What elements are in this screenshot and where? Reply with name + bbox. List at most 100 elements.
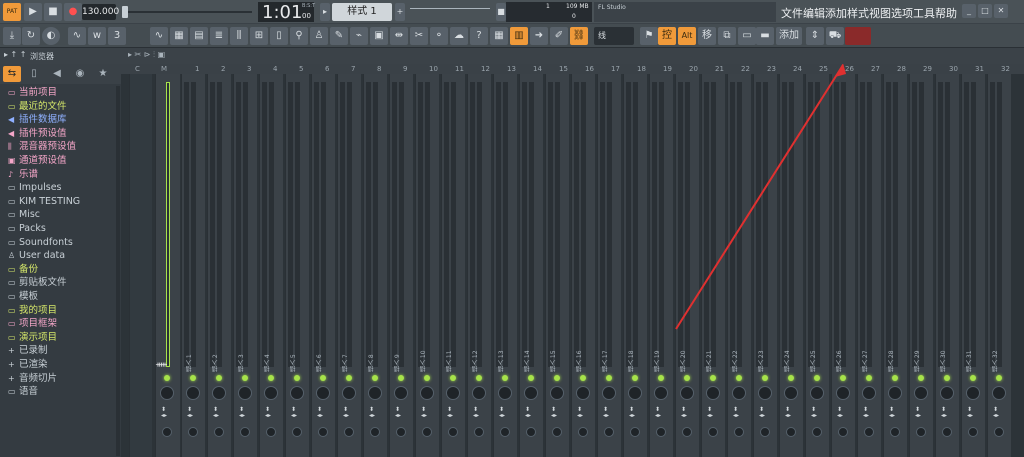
browser-item[interactable]: ▭ Misc (8, 208, 40, 221)
browser-item[interactable]: ▭ 备份 (8, 263, 38, 276)
menu-file[interactable]: 文件 (781, 5, 803, 21)
save-icon[interactable]: ▣ (370, 27, 388, 45)
snap-selector[interactable]: 线 (594, 27, 634, 45)
wave-icon[interactable]: ∿ (68, 27, 86, 45)
alt-button[interactable]: Alt (678, 27, 696, 45)
wait-icon[interactable]: w (88, 27, 106, 45)
browser-item[interactable]: ♪ 乐谱 (8, 168, 38, 181)
browser-item[interactable]: ▭ 我的项目 (8, 304, 57, 317)
browser-item[interactable]: ♙ User data (8, 249, 65, 262)
browser-item[interactable]: ◀ 插件预设值 (8, 127, 67, 140)
pattern-mode-icon[interactable]: ■ (496, 3, 506, 21)
browser-item[interactable]: ▭ 模板 (8, 290, 38, 303)
browser-item[interactable]: ▭ Packs (8, 222, 46, 235)
globe-tab-icon[interactable]: ◉ (71, 66, 89, 82)
browser-item-label: 通道预设值 (19, 155, 67, 166)
browser-item[interactable]: ▭ 剪贴板文件 (8, 276, 67, 289)
time-display[interactable]: 1:01 00 B:S:T (258, 2, 315, 23)
browser-header: ▸ ↑ ↑ 浏览器 ▸ ✂ ⊳ ⫶ ▣ (0, 48, 1024, 64)
arrow-right-icon[interactable]: ➜ (530, 27, 548, 45)
cart-icon[interactable]: ⛟ (826, 27, 844, 45)
graph-icon[interactable]: ⌁ (350, 27, 368, 45)
pattern-selector[interactable]: 样式 1 (332, 3, 392, 21)
download-icon[interactable]: ⤓ (3, 27, 21, 45)
browser-item[interactable]: + 已渲染 (8, 358, 48, 371)
cut-icon[interactable]: ✂ (410, 27, 428, 45)
browser-item[interactable]: ▭ 最近的文件 (8, 100, 67, 113)
mixer-wave-icon[interactable]: ∿ (150, 27, 168, 45)
browser-item[interactable]: + 已录制 (8, 344, 48, 357)
menu-view[interactable]: 视图 (869, 5, 891, 21)
brush-icon[interactable]: ✎ (330, 27, 348, 45)
menu-options[interactable]: 选项 (891, 5, 913, 21)
files-tab-icon[interactable]: ▯ (25, 66, 43, 82)
slider-icon[interactable]: ⇕ (806, 27, 824, 45)
record-button[interactable]: ● (64, 3, 82, 21)
master-volume-slider[interactable] (122, 11, 252, 13)
step-sequencer-icon[interactable]: ▥ (510, 27, 528, 45)
record-settings-button[interactable] (845, 27, 871, 45)
pencil-icon[interactable]: ✐ (550, 27, 568, 45)
paste-icon[interactable]: ▬ (756, 27, 774, 45)
master-volume-knob-icon[interactable] (122, 6, 128, 18)
tempo-display[interactable]: 130.000 (82, 4, 119, 20)
browser-item[interactable]: ▣ 通道预设值 (8, 154, 67, 167)
browser-item[interactable]: ▭ KIM TESTING (8, 195, 80, 208)
help-icon[interactable]: ? (470, 27, 488, 45)
browser-item[interactable]: ▭ 项目框架 (8, 317, 57, 330)
list-icon[interactable]: ≣ (210, 27, 228, 45)
browser-item[interactable]: ⫼ 混音器预设值 (8, 140, 76, 153)
page-icon[interactable]: ▯ (270, 27, 288, 45)
count-icon[interactable]: 3 (108, 27, 126, 45)
add-button[interactable]: 添加 (776, 27, 802, 45)
link-icon[interactable]: ⛓ (570, 27, 588, 45)
mixer-header-icons[interactable]: ▸ ✂ ⊳ ⫶ ▣ (128, 50, 165, 60)
star-tab-icon[interactable]: ★ (94, 66, 112, 82)
eq-icon[interactable]: ⊞ (250, 27, 268, 45)
browser-item[interactable]: ◀ 插件数据库 (8, 113, 67, 126)
ctrl-button[interactable]: 控 (658, 27, 676, 45)
close-icon[interactable]: ✕ (994, 4, 1008, 18)
all-tab-icon[interactable]: ⇆ (3, 66, 21, 82)
menu-add[interactable]: 添加 (825, 5, 847, 21)
menu-help[interactable]: 帮助 (935, 5, 957, 21)
browser-item-label: KIM TESTING (19, 195, 81, 207)
stamp-icon[interactable]: ⚑ (640, 27, 658, 45)
browser-item[interactable]: ▭ Impulses (8, 181, 62, 194)
clone-icon[interactable]: ▭ (738, 27, 756, 45)
browser-item[interactable]: ▭ 语音 (8, 385, 38, 398)
plug-icon[interactable]: ⚲ (290, 27, 308, 45)
chop-icon[interactable]: ⇹ (390, 27, 408, 45)
keyboard-icon[interactable]: ▦ (490, 27, 508, 45)
time-main: 1:01 (262, 2, 303, 23)
stop-button[interactable]: ■ (44, 3, 62, 21)
menu-pattern[interactable]: 样式 (847, 5, 869, 21)
mic-icon[interactable]: ⚬ (430, 27, 448, 45)
browser-scrollbar[interactable] (116, 86, 120, 456)
loop-icon[interactable]: ↻ (22, 27, 40, 45)
browser-item[interactable]: ▭ 当前项目 (8, 86, 57, 99)
browser-nav-icon[interactable]: ▸ ↑ ↑ (4, 50, 27, 59)
minimize-icon[interactable]: _ (962, 4, 976, 18)
menu-edit[interactable]: 编辑 (803, 5, 825, 21)
browser-item[interactable]: ▭ 演示项目 (8, 331, 57, 344)
browser-item-label: Impulses (19, 182, 62, 194)
play-button[interactable]: ▶ (24, 3, 42, 21)
chat-icon[interactable]: ☁ (450, 27, 468, 45)
pattern-prev-icon[interactable]: ▸ (320, 3, 330, 21)
maximize-icon[interactable]: □ (978, 4, 992, 18)
menu-tools[interactable]: 工具 (913, 5, 935, 21)
browser-item[interactable]: ▭ Soundfonts (8, 236, 73, 249)
browser-item[interactable]: + 音频切片 (8, 372, 57, 385)
plugins-tab-icon[interactable]: ◀ (48, 66, 66, 82)
piano-icon[interactable]: ▦ (170, 27, 188, 45)
metronome-icon[interactable]: ◐ (42, 27, 60, 45)
pat-song-toggle[interactable]: PAT (3, 3, 21, 21)
pattern-add-icon[interactable]: + (395, 3, 405, 21)
copy-icon[interactable]: ⧉ (718, 27, 736, 45)
person-icon[interactable]: ♙ (310, 27, 328, 45)
grid-icon[interactable]: ▤ (190, 27, 208, 45)
browser-item-label: 备份 (19, 263, 39, 275)
move-button[interactable]: 移 (698, 27, 716, 45)
fader-icon[interactable]: ⫼ (230, 27, 248, 45)
